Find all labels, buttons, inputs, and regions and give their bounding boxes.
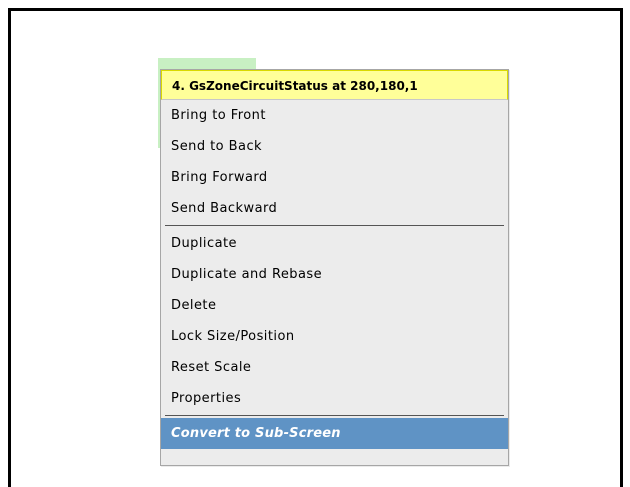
menu-title: 4. GsZoneCircuitStatus at 280,180,1 [161,70,508,100]
bring-to-front-menu-item[interactable]: Bring to Front [161,100,508,131]
canvas-frame: 4. GsZoneCircuitStatus at 280,180,1 Brin… [8,8,623,487]
convert-to-sub-screen-menu-item[interactable]: Convert to Sub-Screen [161,418,508,449]
delete-menu-item[interactable]: Delete [161,290,508,321]
duplicate-and-rebase-menu-item[interactable]: Duplicate and Rebase [161,259,508,290]
context-menu: 4. GsZoneCircuitStatus at 280,180,1 Brin… [160,69,509,466]
bring-forward-menu-item[interactable]: Bring Forward [161,162,508,193]
duplicate-menu-item[interactable]: Duplicate [161,228,508,259]
send-backward-menu-item[interactable]: Send Backward [161,193,508,224]
menu-separator [165,225,504,226]
send-to-back-menu-item[interactable]: Send to Back [161,131,508,162]
properties-menu-item[interactable]: Properties [161,383,508,414]
layer-order-group: Bring to Front Send to Back Bring Forwar… [161,100,508,224]
lock-size-position-menu-item[interactable]: Lock Size/Position [161,321,508,352]
reset-scale-menu-item[interactable]: Reset Scale [161,352,508,383]
menu-separator [165,415,504,416]
conversion-group: Convert to Sub-Screen [161,418,508,449]
edit-actions-group: Duplicate Duplicate and Rebase Delete Lo… [161,228,508,414]
